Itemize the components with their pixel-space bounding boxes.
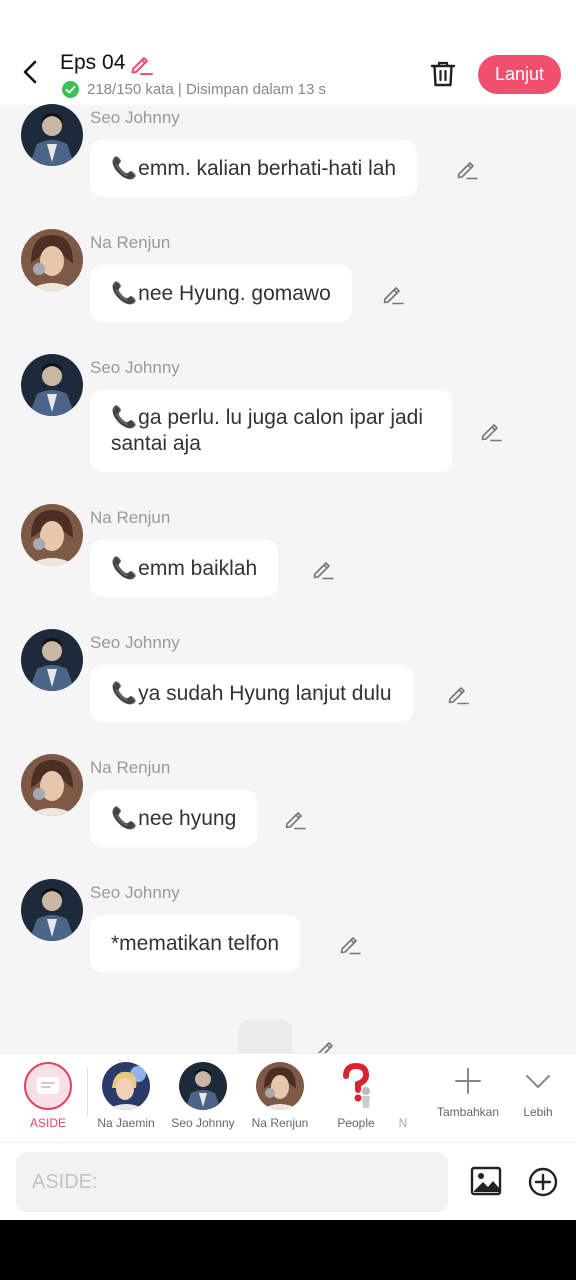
phone-emoji-icon: 📞 (111, 281, 138, 305)
avatar-partial (395, 1062, 411, 1110)
sender-name: Na Renjun (90, 233, 171, 252)
system-nav-bar (0, 1220, 576, 1280)
image-icon[interactable] (470, 1165, 502, 1197)
character-partial[interactable]: N (395, 1062, 411, 1130)
episode-title[interactable]: Eps 04 (60, 51, 125, 75)
sender-name: Seo Johnny (90, 108, 180, 127)
phone-emoji-icon: 📞 (111, 556, 138, 580)
add-circle-icon[interactable] (528, 1167, 558, 1197)
avatar-seo-johnny[interactable] (21, 629, 83, 691)
chat-editor-screen: Eps 04 218/150 kata | Disimpan dalam 13 … (0, 0, 576, 1220)
message-text: nee Hyung. gomawo (138, 281, 331, 305)
character-na-jaemin[interactable]: Na Jaemin (88, 1062, 164, 1130)
sender-name: Seo Johnny (90, 358, 180, 377)
message-input[interactable] (16, 1152, 448, 1212)
avatar-na-renjun[interactable] (21, 754, 83, 816)
avatar-na-jaemin (102, 1062, 150, 1110)
character-label: People (337, 1116, 375, 1130)
message-bubble[interactable]: 📞 nee hyung (90, 790, 258, 847)
saved-check-icon (62, 81, 79, 98)
question-person-icon (332, 1062, 380, 1110)
message-text: nee hyung (138, 806, 237, 830)
message-text: *mematikan telfon (111, 931, 280, 955)
avatar-na-renjun (256, 1062, 304, 1110)
edit-message-icon[interactable] (480, 420, 502, 442)
edit-message-icon[interactable] (382, 283, 404, 305)
sender-name: Na Renjun (90, 758, 171, 777)
character-aside[interactable]: ASIDE (10, 1062, 86, 1130)
character-label: ASIDE (29, 1116, 66, 1130)
message-text: ga perlu. lu juga calon ipar jadi santai… (111, 406, 424, 455)
message-bubble[interactable]: 📞ga perlu. lu juga calon ipar jadi santa… (90, 390, 452, 472)
edit-message-icon[interactable] (447, 683, 469, 705)
chevron-down-icon (526, 1075, 550, 1088)
word-count-status: 218/150 kata | Disimpan dalam 13 s (87, 81, 327, 98)
message-bubble[interactable]: 📞 nee Hyung. gomawo (90, 265, 352, 322)
character-na-renjun[interactable]: Na Renjun (242, 1062, 318, 1130)
edit-message-icon[interactable] (456, 158, 478, 180)
add-character-button[interactable]: Tambahkan (433, 1066, 503, 1119)
edit-message-icon[interactable] (339, 933, 361, 955)
message-bubble[interactable]: 📞 emm baiklah (90, 540, 279, 597)
character-label: Na Jaemin (97, 1116, 155, 1130)
sender-name: Seo Johnny (90, 883, 180, 902)
message-bubble[interactable]: 📞 emm. kalian berhati-hati lah (90, 140, 418, 197)
avatar-seo-johnny[interactable] (21, 354, 83, 416)
message-text: emm. kalian berhati-hati lah (138, 156, 397, 180)
character-seo-johnny[interactable]: Seo Johnny (165, 1062, 241, 1130)
more-button[interactable]: Lebih (512, 1066, 564, 1119)
avatar-seo-johnny (179, 1062, 227, 1110)
back-arrow-icon[interactable] (18, 58, 42, 86)
character-label: N (398, 1116, 408, 1130)
phone-emoji-icon: 📞 (111, 406, 138, 429)
more-label: Lebih (523, 1105, 553, 1119)
character-selector: ASIDE Na Jaemin Seo Johnny Na Renjun Peo… (0, 1053, 576, 1142)
avatar-na-renjun[interactable] (21, 504, 83, 566)
edit-title-icon[interactable] (129, 52, 153, 76)
sender-name: Na Renjun (90, 508, 171, 527)
sender-name: Seo Johnny (90, 633, 180, 652)
aside-icon (24, 1062, 72, 1110)
composer-bar (0, 1142, 576, 1220)
message-bubble[interactable]: *mematikan telfon (90, 915, 301, 972)
trash-icon[interactable] (430, 60, 456, 88)
character-people[interactable]: People (318, 1062, 394, 1130)
edit-message-icon[interactable] (284, 808, 306, 830)
phone-emoji-icon: 📞 (111, 681, 138, 705)
character-label: Na Renjun (251, 1116, 309, 1130)
next-button[interactable]: Lanjut (478, 55, 561, 94)
avatar-na-renjun[interactable] (21, 229, 83, 291)
header: Eps 04 218/150 kata | Disimpan dalam 13 … (0, 0, 576, 105)
plus-icon (455, 1068, 481, 1094)
add-label: Tambahkan (436, 1105, 500, 1119)
avatar-seo-johnny[interactable] (21, 104, 83, 166)
character-label: Seo Johnny (171, 1116, 235, 1130)
phone-emoji-icon: 📞 (111, 156, 138, 180)
message-bubble[interactable]: 📞 ya sudah Hyung lanjut dulu (90, 665, 413, 722)
message-text: ya sudah Hyung lanjut dulu (138, 681, 392, 705)
phone-emoji-icon: 📞 (111, 806, 138, 830)
avatar-seo-johnny[interactable] (21, 879, 83, 941)
message-text: emm baiklah (138, 556, 258, 580)
edit-message-icon[interactable] (312, 558, 334, 580)
